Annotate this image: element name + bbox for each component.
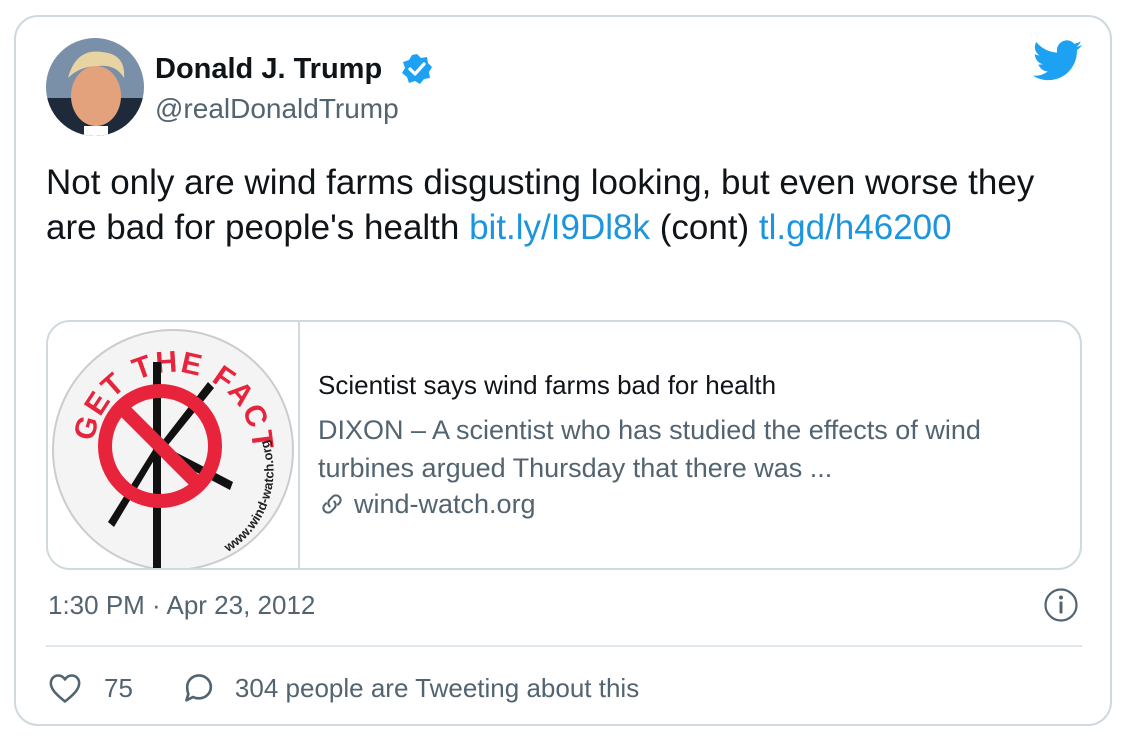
card-thumbnail: GET THE FACTS www.wind-watch.org xyxy=(48,322,300,568)
tweet-link-bitly[interactable]: bit.ly/I9Dl8k xyxy=(469,208,650,247)
card-title: Scientist says wind farms bad for health xyxy=(318,370,777,400)
speech-bubble-icon[interactable] xyxy=(181,671,217,705)
tweet-text: Not only are wind farms disgusting looki… xyxy=(46,160,1086,250)
tweeting-about-label[interactable]: 304 people are Tweeting about this xyxy=(235,673,639,704)
verified-badge-icon xyxy=(400,52,434,86)
divider xyxy=(46,645,1082,647)
author-handle[interactable]: @realDonaldTrump xyxy=(155,92,399,126)
info-icon[interactable] xyxy=(1043,587,1079,623)
card-description: DIXON – A scientist who has studied the … xyxy=(318,415,981,483)
link-chain-icon xyxy=(322,494,342,514)
card-domain: wind-watch.org xyxy=(318,487,536,521)
tweet-link-tlgd[interactable]: tl.gd/h46200 xyxy=(759,208,952,247)
tweet-actions: 75 304 people are Tweeting about this xyxy=(48,668,639,708)
like-count[interactable]: 75 xyxy=(104,673,133,704)
author-name[interactable]: Donald J. Trump xyxy=(155,52,382,86)
card-domain-text: wind-watch.org xyxy=(354,489,536,519)
link-preview-card[interactable]: GET THE FACTS www.wind-watch.org Scienti… xyxy=(46,320,1082,570)
tweet-timestamp[interactable]: 1:30 PM · Apr 23, 2012 xyxy=(48,588,315,622)
tweet-text-cont: (cont) xyxy=(650,208,759,247)
heart-icon[interactable] xyxy=(48,672,82,704)
twitter-bird-icon[interactable] xyxy=(1032,40,1083,82)
avatar[interactable] xyxy=(46,38,144,136)
